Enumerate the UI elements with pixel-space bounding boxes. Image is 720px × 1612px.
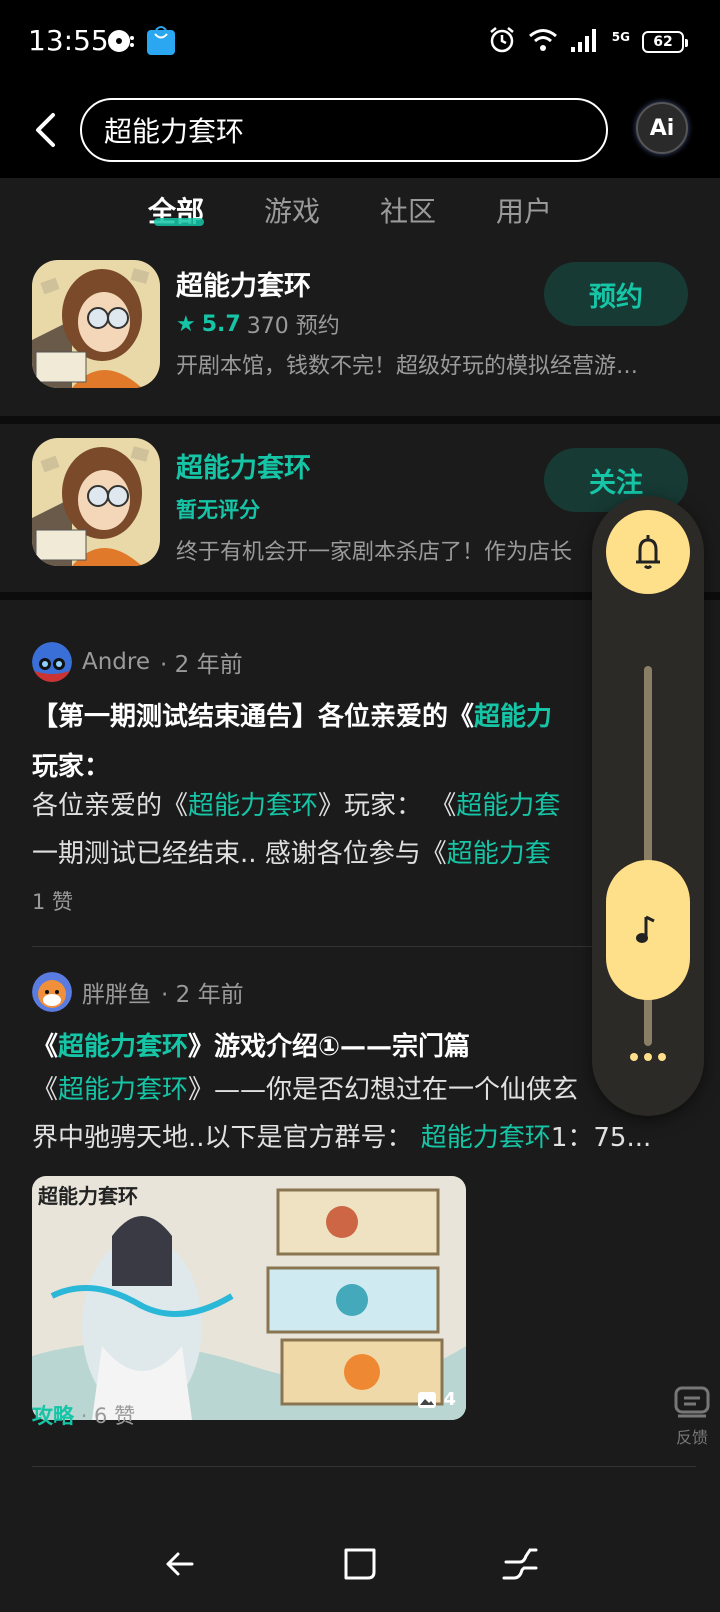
- nav-home-button[interactable]: [330, 1538, 390, 1590]
- gallery-icon: [418, 1391, 437, 1408]
- battery-icon: 62: [642, 31, 688, 53]
- nav-back-button[interactable]: [150, 1538, 210, 1590]
- music-note-icon: [636, 915, 655, 943]
- post-author-name: Andre: [82, 649, 151, 675]
- more-dot: [630, 1053, 638, 1061]
- section-divider: [0, 416, 720, 424]
- feedback-button[interactable]: 反馈: [670, 1386, 714, 1448]
- app-result-card[interactable]: 超能力套环 ★ 5.7 370 预约 开剧本馆，钱数不完！超级好玩的模拟经营游……: [0, 250, 720, 416]
- active-tab-indicator: [154, 218, 204, 226]
- post-body-text: 》——你是否幻想过在一个仙侠玄: [188, 1075, 579, 1105]
- alarm-icon: [488, 26, 516, 58]
- bell-icon: [636, 535, 660, 569]
- ai-label: Ai: [649, 115, 675, 141]
- more-options-button[interactable]: [606, 1032, 690, 1082]
- post-body[interactable]: 《超能力套环》——你是否幻想过在一个仙侠玄 界中驰骋天地..以下是官方群号： 超能…: [32, 1066, 692, 1162]
- post-title-text: 《: [32, 1032, 59, 1062]
- image-count: 4: [443, 1389, 456, 1410]
- post-tag[interactable]: 攻略: [32, 1404, 74, 1428]
- nav-recents-icon: [502, 1548, 538, 1580]
- post-author-row[interactable]: Andre · 2 年前: [32, 642, 243, 682]
- nav-back-icon: [166, 1552, 194, 1576]
- system-nav-bar: [0, 1516, 720, 1612]
- volume-slider-thumb[interactable]: [606, 860, 690, 1000]
- shopping-bag-icon: [146, 24, 176, 60]
- community-description: 终于有机会开一家剧本杀店了！作为店长: [176, 540, 573, 565]
- avatar: [32, 642, 72, 682]
- no-rating-label: 暂无评分: [176, 498, 260, 522]
- app-meta: ★ 5.7 370 预约: [176, 308, 340, 340]
- post-divider: [32, 1466, 696, 1467]
- more-dot: [644, 1053, 652, 1061]
- post-body-text: 1：75...: [550, 1123, 652, 1153]
- post-footer: 攻略 · 6 赞: [32, 1400, 135, 1430]
- post-body-highlight: 超能力套: [446, 839, 551, 869]
- floating-media-panel: [592, 496, 704, 1116]
- community-icon: [32, 438, 160, 566]
- game-illustration: [32, 1176, 466, 1420]
- search-header: 超能力套环 Ai: [0, 84, 720, 178]
- post-title-highlight: 超能力套环: [58, 1032, 189, 1062]
- more-dot: [658, 1053, 666, 1061]
- post-title-text: 【第一期测试结束通告】各位亲爱的《: [32, 702, 475, 732]
- reservation-count: 370 预约: [246, 314, 340, 339]
- post-body-highlight: 超能力套环: [188, 791, 319, 821]
- signal-icon: [570, 27, 600, 57]
- post-author-row[interactable]: 胖胖鱼 · 2 年前: [32, 972, 244, 1012]
- search-results-page: 13:55 5G 62 超能力套环 Ai 全部 游戏 社区 用户 超能力套环 ★…: [0, 0, 720, 1612]
- post-body-highlight: 超能力套环: [420, 1123, 551, 1153]
- feedback-label: 反馈: [675, 1428, 708, 1447]
- image-banner-title: 超能力套环: [38, 1184, 138, 1208]
- nav-recents-button[interactable]: [490, 1538, 550, 1590]
- status-bar: 13:55 5G 62: [0, 0, 720, 84]
- post-body-text: 界中驰骋天地..以下是官方群号：: [32, 1123, 421, 1153]
- ai-assistant-button[interactable]: Ai: [636, 102, 688, 154]
- post-body-text: 一期测试已经结束.. 感谢各位参与《: [32, 839, 447, 869]
- post-likes[interactable]: · 6 赞: [81, 1404, 135, 1428]
- battery-level: 62: [653, 34, 673, 50]
- status-time: 13:55: [28, 24, 109, 57]
- post-body-text: 各位亲爱的《: [32, 791, 189, 821]
- app-description: 开剧本馆，钱数不完！超级好玩的模拟经营游…: [176, 354, 639, 379]
- post-image[interactable]: 超能力套环 4: [32, 1176, 466, 1420]
- notification-button[interactable]: [606, 510, 690, 594]
- app-title: 超能力套环: [176, 271, 311, 302]
- image-count-badge: 4: [417, 1389, 456, 1410]
- network-type: 5G: [611, 30, 630, 44]
- search-query: 超能力套环: [104, 115, 245, 148]
- status-icons: 5G 62: [488, 26, 688, 58]
- tab-users[interactable]: 用户: [496, 190, 552, 230]
- feedback-icon: [674, 1386, 710, 1418]
- nav-home-icon: [344, 1548, 376, 1580]
- app-icon: [32, 260, 160, 388]
- result-tabs: 全部 游戏 社区 用户: [0, 178, 720, 250]
- back-button[interactable]: [26, 106, 66, 154]
- post-title-text: 》游戏介绍①——宗门篇: [188, 1032, 471, 1062]
- music-disc-icon: [106, 26, 136, 60]
- post-time: · 2 年前: [161, 982, 244, 1008]
- post-body-highlight: 超能力套环: [58, 1075, 189, 1105]
- wifi-icon: [528, 27, 558, 57]
- search-input[interactable]: 超能力套环: [80, 98, 608, 162]
- post-body-text: 《: [32, 1075, 59, 1105]
- post-time: · 2 年前: [160, 652, 243, 678]
- chevron-left-icon: [36, 113, 55, 147]
- app-rating: 5.7: [201, 311, 241, 337]
- post-author-name: 胖胖鱼: [82, 982, 151, 1008]
- post-title-text: 玩家：: [32, 752, 111, 782]
- avatar: [32, 972, 72, 1012]
- tab-games[interactable]: 游戏: [264, 190, 320, 230]
- post-likes[interactable]: 1 赞: [32, 886, 73, 916]
- reserve-button[interactable]: 预约: [544, 262, 688, 326]
- community-title: 超能力套环: [176, 453, 311, 484]
- post-title-highlight: 超能力: [474, 702, 553, 732]
- community-meta: 暂无评分: [176, 494, 260, 524]
- rating-star-icon: ★: [176, 311, 196, 337]
- post-body-text: 》玩家： 《: [318, 791, 457, 821]
- tab-community[interactable]: 社区: [380, 190, 436, 230]
- post-body-highlight: 超能力套: [456, 791, 561, 821]
